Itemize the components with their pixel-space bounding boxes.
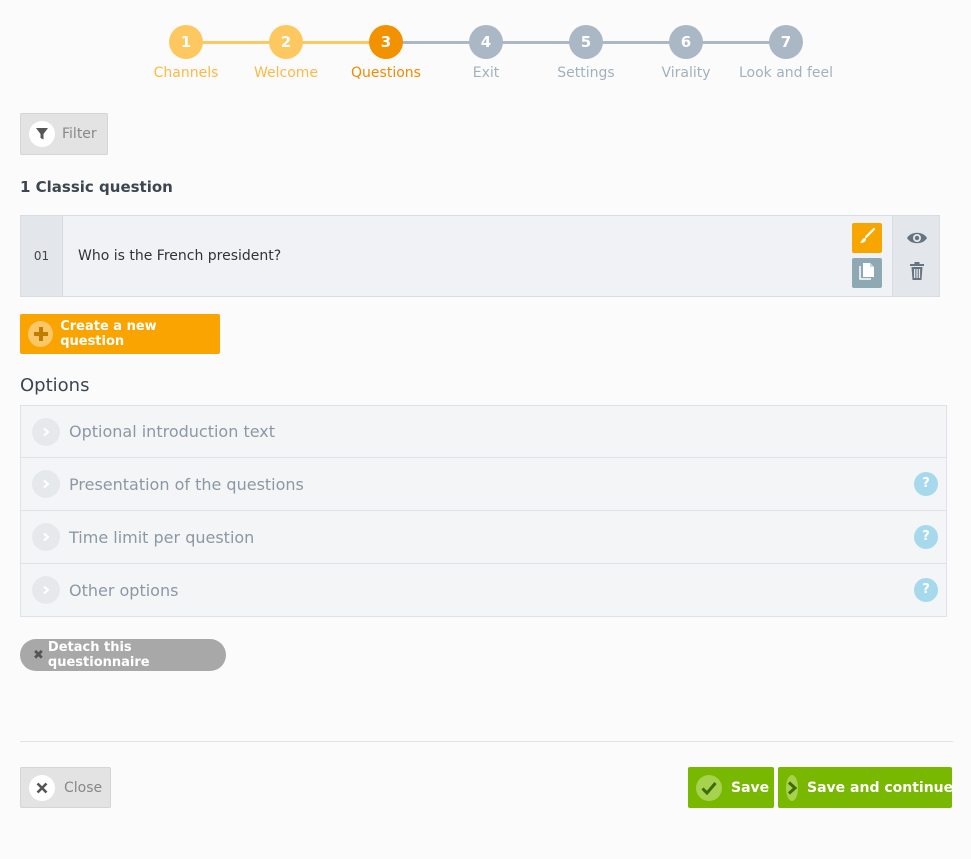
step-settings[interactable]: 5 Settings: [536, 25, 636, 81]
option-intro-text[interactable]: Optional introduction text: [20, 405, 947, 458]
questions-count-heading: 1 Classic question: [20, 178, 173, 196]
filter-label: Filter: [62, 126, 97, 142]
detach-questionnaire-button[interactable]: ✖ Detach this questionnaire: [20, 639, 226, 671]
question-number: 01: [21, 216, 63, 296]
save-button[interactable]: Save: [688, 767, 774, 808]
filter-icon: [29, 121, 55, 147]
option-label: Optional introduction text: [69, 422, 276, 441]
footer-divider: [20, 741, 953, 742]
step-label: Settings: [557, 65, 615, 81]
step-number: 3: [369, 25, 403, 59]
create-question-label: Create a new question: [60, 319, 157, 349]
option-label: Other options: [69, 580, 179, 600]
question-text[interactable]: Who is the French president?: [78, 216, 281, 296]
chevron-right-icon: [32, 417, 60, 446]
detach-label: Detach this questionnaire: [47, 640, 150, 670]
step-number: 1: [169, 25, 203, 59]
close-button[interactable]: Close: [20, 767, 111, 808]
question-side-actions: [892, 216, 939, 296]
option-label: Time limit per question: [69, 527, 255, 547]
help-icon[interactable]: ?: [914, 525, 938, 549]
close-x-icon: ✖: [33, 647, 44, 663]
chevron-right-icon: [32, 470, 60, 498]
plus-icon: [28, 321, 54, 347]
delete-question-button[interactable]: [905, 261, 929, 285]
chevron-right-icon: [32, 523, 60, 551]
step-number: 2: [269, 25, 303, 59]
step-exit[interactable]: 4 Exit: [436, 25, 536, 81]
chevron-right-icon: [786, 774, 798, 801]
option-presentation[interactable]: Presentation of the questions ?: [20, 458, 947, 511]
edit-question-button[interactable]: [852, 223, 882, 253]
duplicate-question-button[interactable]: [852, 258, 882, 288]
question-row: 01 Who is the French president?: [20, 215, 940, 297]
help-icon[interactable]: ?: [914, 472, 938, 496]
preview-question-button[interactable]: [905, 228, 929, 250]
step-channels[interactable]: 1 Channels: [136, 25, 236, 81]
step-number: 4: [469, 25, 503, 59]
step-label: Exit: [472, 65, 500, 81]
step-virality[interactable]: 6 Virality: [636, 25, 736, 81]
step-number: 6: [669, 25, 703, 59]
step-label: Look and feel: [738, 65, 834, 81]
copy-icon: [859, 262, 875, 284]
save-and-continue-button[interactable]: Save and continue: [778, 767, 954, 808]
create-question-button[interactable]: Create a new question: [20, 314, 220, 354]
save-label: Save: [731, 779, 770, 796]
step-number: 5: [569, 25, 603, 59]
eye-icon: [906, 230, 928, 249]
close-icon: [29, 774, 55, 801]
step-label: Welcome: [253, 65, 319, 81]
option-time-limit[interactable]: Time limit per question ?: [20, 511, 947, 564]
save-and-continue-label: Save and continue: [807, 779, 954, 796]
filter-button[interactable]: Filter: [20, 113, 108, 155]
options-heading: Options: [20, 375, 90, 396]
chevron-right-icon: [32, 576, 60, 604]
step-label: Channels: [153, 65, 219, 81]
step-questions[interactable]: 3 Questions: [336, 25, 436, 81]
close-label: Close: [64, 779, 103, 796]
help-icon[interactable]: ?: [914, 578, 938, 602]
brush-icon: [858, 227, 876, 249]
step-label: Questions: [351, 65, 421, 81]
options-accordion: Optional introduction text Presentation …: [20, 405, 947, 617]
option-label: Presentation of the questions: [69, 474, 304, 494]
step-look-and-feel[interactable]: 7 Look and feel: [736, 25, 836, 81]
option-other[interactable]: Other options ?: [20, 564, 947, 617]
trash-icon: [909, 261, 925, 285]
step-label: Virality: [661, 65, 711, 81]
progress-stepper: 1 Channels 2 Welcome 3 Questions 4 Exit …: [0, 25, 971, 95]
step-number: 7: [769, 25, 803, 59]
step-welcome[interactable]: 2 Welcome: [236, 25, 336, 81]
check-icon: [696, 774, 722, 801]
